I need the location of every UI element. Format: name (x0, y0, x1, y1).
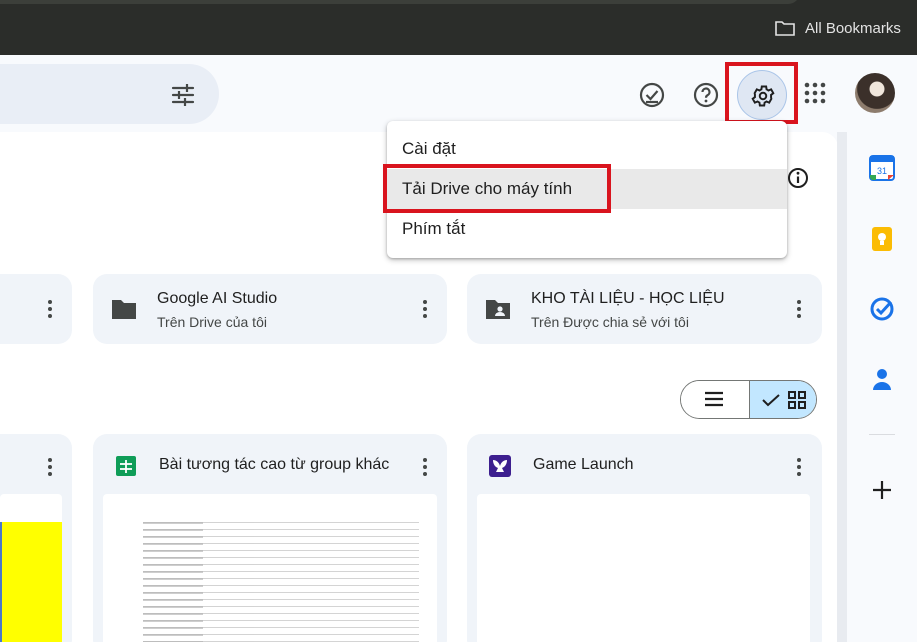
folder-card[interactable] (0, 274, 72, 344)
file-title: Game Launch (533, 456, 634, 473)
more-vert-icon (797, 299, 801, 320)
svg-text:31: 31 (877, 166, 887, 176)
app-logo-icon (489, 455, 511, 477)
list-view-button[interactable] (681, 381, 749, 418)
file-title: Bài tương tác cao từ group khác (159, 456, 390, 473)
folder-title: KHO TÀI LIỆU - HỌC LIỆU (531, 290, 725, 307)
more-vert-icon (423, 299, 427, 320)
grid-view-button[interactable] (749, 381, 816, 418)
shared-folder-icon (486, 300, 510, 319)
info-icon[interactable] (787, 167, 809, 189)
file-card[interactable] (0, 434, 72, 642)
more-vert-icon (423, 457, 427, 478)
bookmarks-folder-icon[interactable] (775, 20, 795, 36)
view-toggle (680, 380, 817, 419)
list-icon (705, 391, 723, 407)
side-panel-divider (869, 434, 895, 435)
check-icon (762, 394, 780, 407)
more-actions-button[interactable] (413, 297, 437, 321)
search-options-icon[interactable] (170, 82, 196, 108)
file-thumbnail (103, 494, 437, 642)
keep-icon[interactable] (869, 226, 895, 252)
file-thumbnail (477, 494, 810, 642)
folder-card[interactable]: KHO TÀI LIỆU - HỌC LIỆU Trên Được chia s… (467, 274, 822, 344)
more-actions-button[interactable] (787, 297, 811, 321)
google-apps-icon[interactable] (804, 82, 826, 104)
spreadsheet-preview (143, 522, 419, 642)
all-bookmarks-link[interactable]: All Bookmarks (805, 20, 901, 37)
more-actions-button[interactable] (413, 455, 437, 479)
folder-icon (112, 300, 136, 319)
download-highlight-box (383, 164, 611, 213)
browser-bookmarks-bar: All Bookmarks (0, 0, 917, 55)
folder-location: Trên Drive của tôi (157, 314, 267, 330)
file-card[interactable]: Bài tương tác cao từ group khác (93, 434, 447, 642)
folder-card[interactable]: Google AI Studio Trên Drive của tôi (93, 274, 447, 344)
folder-title: Google AI Studio (157, 290, 278, 307)
sheet-preview (0, 522, 62, 642)
account-avatar[interactable] (855, 73, 895, 113)
settings-highlight-box (725, 62, 798, 124)
file-thumbnail (0, 494, 62, 642)
menu-item-shortcuts[interactable]: Phím tắt (387, 209, 787, 249)
offline-ready-icon[interactable] (637, 80, 667, 110)
more-vert-icon (48, 299, 52, 320)
grid-icon (788, 391, 806, 409)
folder-location: Trên Được chia sẻ với tôi (531, 314, 689, 330)
add-icon[interactable] (869, 477, 895, 503)
more-actions-button[interactable] (787, 455, 811, 479)
more-actions-button[interactable] (38, 455, 62, 479)
main-scrollbar[interactable] (837, 132, 847, 642)
browser-toolbar-edge (0, 0, 800, 4)
more-vert-icon (48, 457, 52, 478)
menu-item-settings[interactable]: Cài đặt (387, 129, 787, 169)
more-actions-button[interactable] (38, 297, 62, 321)
calendar-icon[interactable]: 31 (869, 155, 895, 181)
tasks-icon[interactable] (869, 296, 895, 322)
contacts-icon[interactable] (869, 366, 895, 392)
file-card[interactable]: Game Launch (467, 434, 822, 642)
google-sheets-icon (116, 456, 136, 476)
more-vert-icon (797, 457, 801, 478)
help-icon[interactable] (691, 80, 721, 110)
